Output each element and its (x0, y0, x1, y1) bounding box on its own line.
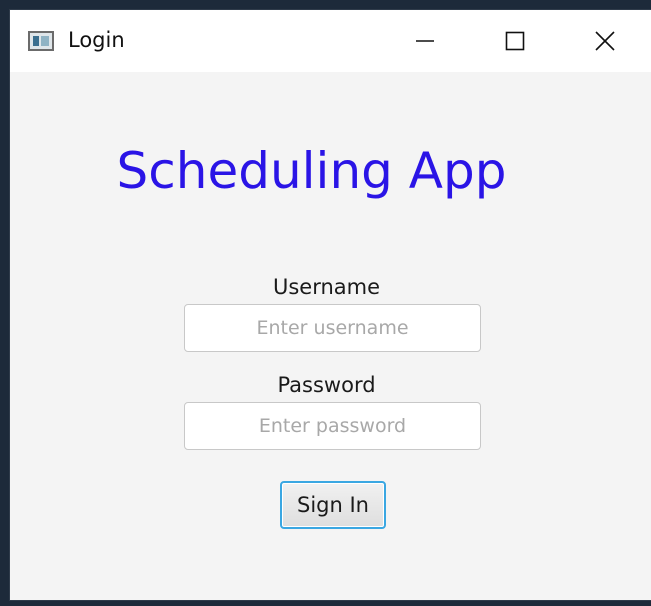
login-window: Login Scheduling App Username Password S… (10, 10, 651, 600)
password-input[interactable] (184, 402, 481, 450)
maximize-icon (505, 31, 525, 51)
username-label: Username (272, 275, 381, 299)
maximize-button[interactable] (470, 10, 560, 72)
sign-in-button[interactable]: Sign In (280, 481, 386, 529)
minimize-button[interactable] (380, 10, 470, 72)
app-icon (28, 31, 54, 51)
username-input[interactable] (184, 304, 481, 352)
window-title: Login (68, 28, 125, 52)
password-label: Password (277, 373, 376, 397)
close-icon (595, 31, 615, 51)
minimize-icon (416, 40, 434, 42)
app-title: Scheduling App (116, 142, 507, 200)
close-button[interactable] (560, 10, 650, 72)
title-bar[interactable]: Login (10, 10, 651, 72)
sign-in-label: Sign In (297, 493, 369, 517)
